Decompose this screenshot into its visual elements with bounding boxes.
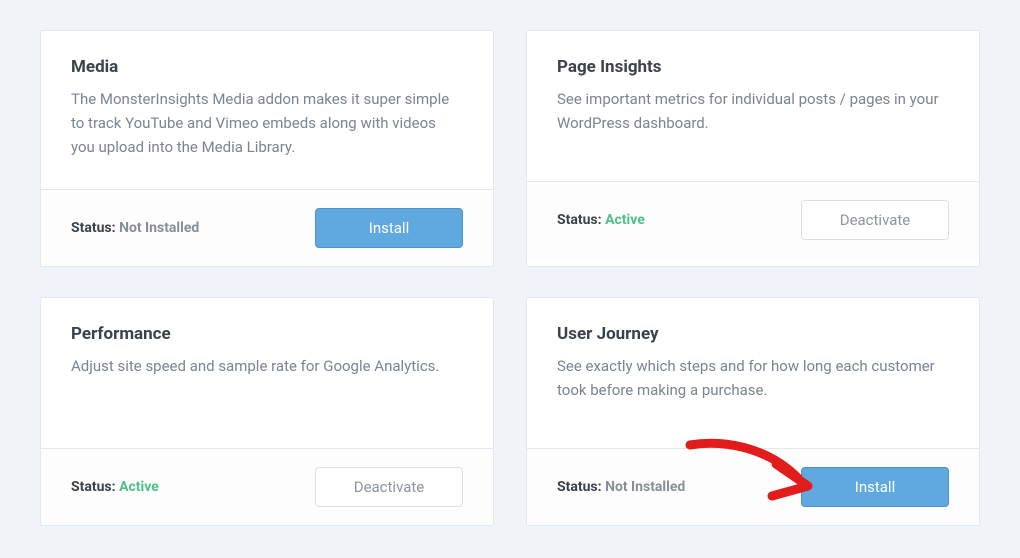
status-label: Status: [71,220,116,236]
status-group: Status: Active [71,479,159,495]
install-button[interactable]: Install [801,467,949,507]
card-description: Adjust site speed and sample rate for Go… [71,354,463,378]
card-footer: Status: Active Deactivate [527,181,979,258]
status-value: Active [605,212,645,228]
card-description: See exactly which steps and for how long… [557,354,949,402]
status-label: Status: [557,212,602,228]
card-title: User Journey [557,324,949,344]
status-label: Status: [557,479,602,495]
status-group: Status: Not Installed [557,479,685,495]
card-body: Page Insights See important metrics for … [527,31,979,181]
addon-card-user-journey: User Journey See exactly which steps and… [526,297,980,526]
addon-grid: Media The MonsterInsights Media addon ma… [40,30,980,526]
card-footer: Status: Not Installed Install [41,189,493,266]
addon-card-performance: Performance Adjust site speed and sample… [40,297,494,526]
deactivate-button[interactable]: Deactivate [801,200,949,240]
deactivate-button[interactable]: Deactivate [315,467,463,507]
status-group: Status: Active [557,212,645,228]
card-description: See important metrics for individual pos… [557,87,949,135]
status-value: Active [119,479,159,495]
card-footer: Status: Not Installed Install [527,448,979,525]
card-title: Media [71,57,463,77]
addon-card-page-insights: Page Insights See important metrics for … [526,30,980,267]
card-body: User Journey See exactly which steps and… [527,298,979,448]
card-title: Performance [71,324,463,344]
status-label: Status: [71,479,116,495]
card-body: Media The MonsterInsights Media addon ma… [41,31,493,189]
addon-card-media: Media The MonsterInsights Media addon ma… [40,30,494,267]
install-button[interactable]: Install [315,208,463,248]
card-title: Page Insights [557,57,949,77]
status-group: Status: Not Installed [71,220,199,236]
card-description: The MonsterInsights Media addon makes it… [71,87,463,159]
status-value: Not Installed [119,220,199,236]
card-body: Performance Adjust site speed and sample… [41,298,493,448]
card-footer: Status: Active Deactivate [41,448,493,525]
status-value: Not Installed [605,479,685,495]
